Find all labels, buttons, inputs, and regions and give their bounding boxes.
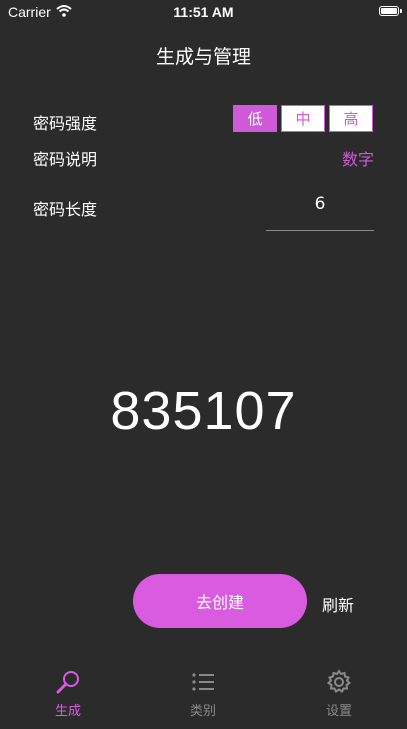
create-button[interactable]: 去创建 [133, 574, 307, 628]
tab-categories[interactable]: 类别 [168, 668, 238, 719]
tab-settings[interactable]: 设置 [304, 668, 374, 719]
status-bar: Carrier 11:51 AM [0, 0, 407, 24]
strength-option-high[interactable]: 高 [329, 105, 373, 132]
create-button-label: 去创建 [195, 593, 244, 612]
strength-label: 密码强度 [33, 114, 98, 133]
battery-icon [379, 6, 402, 16]
length-underline [266, 230, 374, 231]
length-label: 密码长度 [33, 200, 98, 219]
tab-generate[interactable]: 生成 [33, 668, 103, 719]
refresh-button[interactable]: 刷新 [322, 592, 354, 616]
strength-selector: 低 中 高 [233, 105, 373, 132]
clock: 11:51 AM [173, 4, 234, 20]
strength-option-low[interactable]: 低 [233, 105, 277, 132]
tab-generate-label: 生成 [54, 704, 81, 719]
tab-bar: 生成 类别 设置 [0, 660, 407, 729]
description-label: 密码说明 [33, 150, 98, 169]
list-icon [168, 668, 238, 696]
gear-icon [304, 668, 374, 696]
strength-option-medium[interactable]: 中 [281, 105, 325, 132]
page-title: 生成与管理 [155, 46, 251, 68]
tab-categories-label: 类别 [189, 704, 216, 719]
magnifier-icon [33, 668, 103, 696]
tab-settings-label: 设置 [325, 704, 352, 719]
description-value: 数字 [341, 150, 374, 169]
generated-password: 835107 [110, 381, 297, 441]
length-input[interactable]: 6 [266, 194, 374, 214]
